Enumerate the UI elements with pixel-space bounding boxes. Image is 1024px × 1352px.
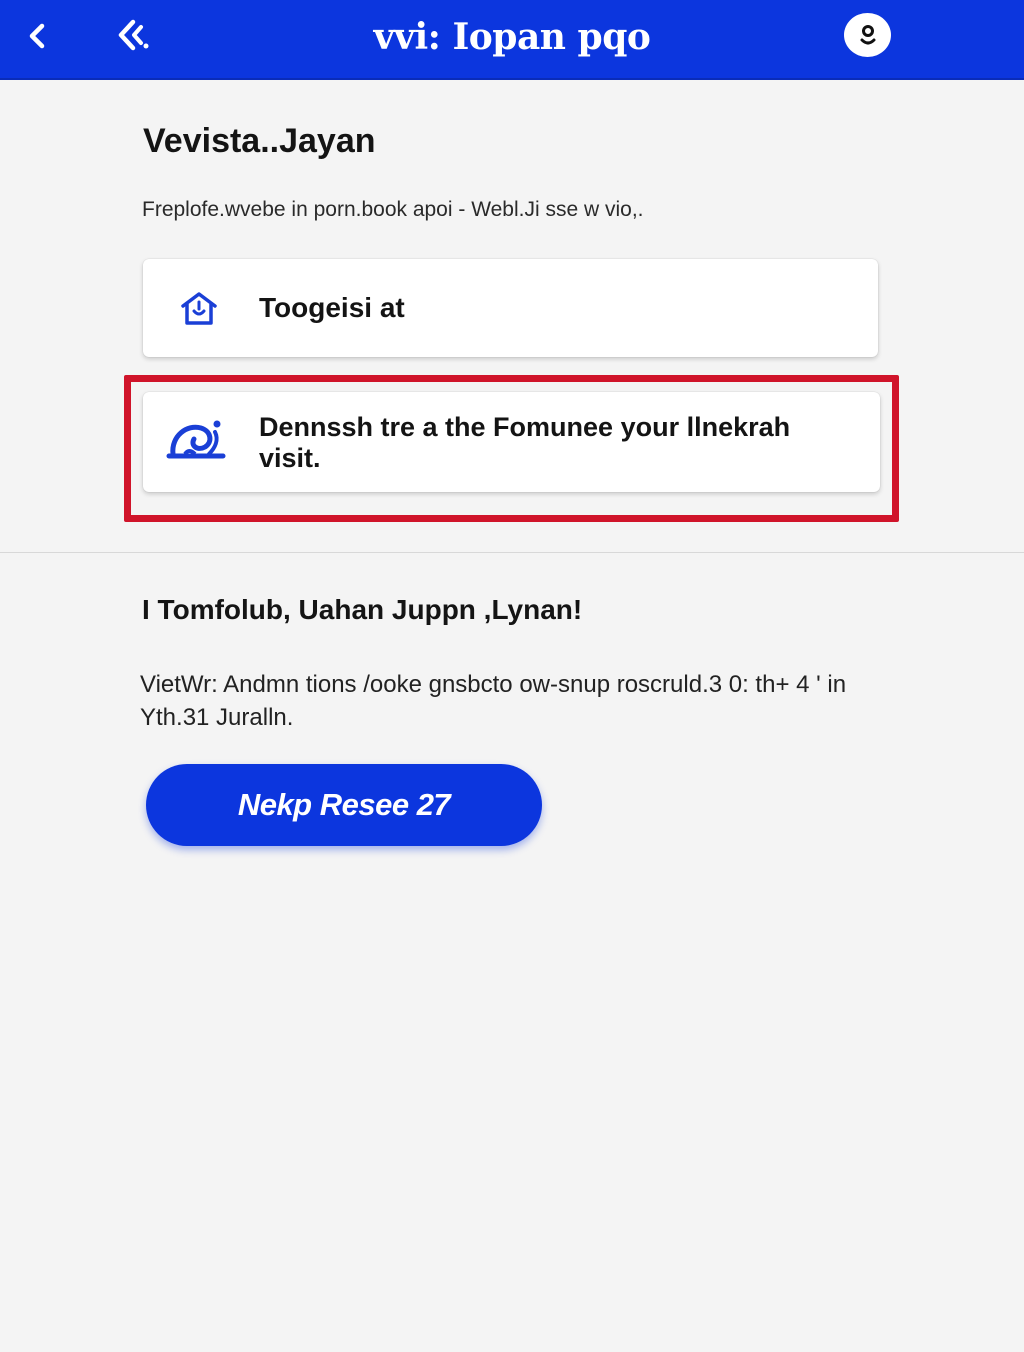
profile-button[interactable] bbox=[844, 13, 891, 57]
section-heading: I Tomfolub, Uahan Juppn ,Lynan! bbox=[142, 594, 583, 625]
option-label-1: Toogeisi at bbox=[259, 292, 405, 323]
option-label-2: Dennssh tre a the Fomunee your llnekrah … bbox=[259, 412, 791, 473]
page-subtext: Freplofe.wvebe in porn.book apoi - Webl.… bbox=[142, 198, 644, 221]
home-icon bbox=[181, 292, 217, 325]
page-heading: Vevista..Jayan bbox=[143, 122, 376, 160]
section-divider bbox=[0, 552, 1024, 553]
avatar-icon bbox=[860, 25, 875, 45]
wave-icon bbox=[166, 420, 226, 459]
section-paragraph: VietWr: Andmn tions /ooke gnsbcto ow-snu… bbox=[140, 671, 847, 731]
primary-action-button[interactable]: Nekp Resee 27 bbox=[146, 764, 542, 846]
top-app-bar: vvi: Iopan pqo bbox=[0, 0, 1024, 80]
option-card-2[interactable]: Dennssh tre a the Fomunee your llnekrah … bbox=[143, 392, 880, 492]
option-card-1[interactable]: Toogeisi at bbox=[143, 259, 878, 357]
